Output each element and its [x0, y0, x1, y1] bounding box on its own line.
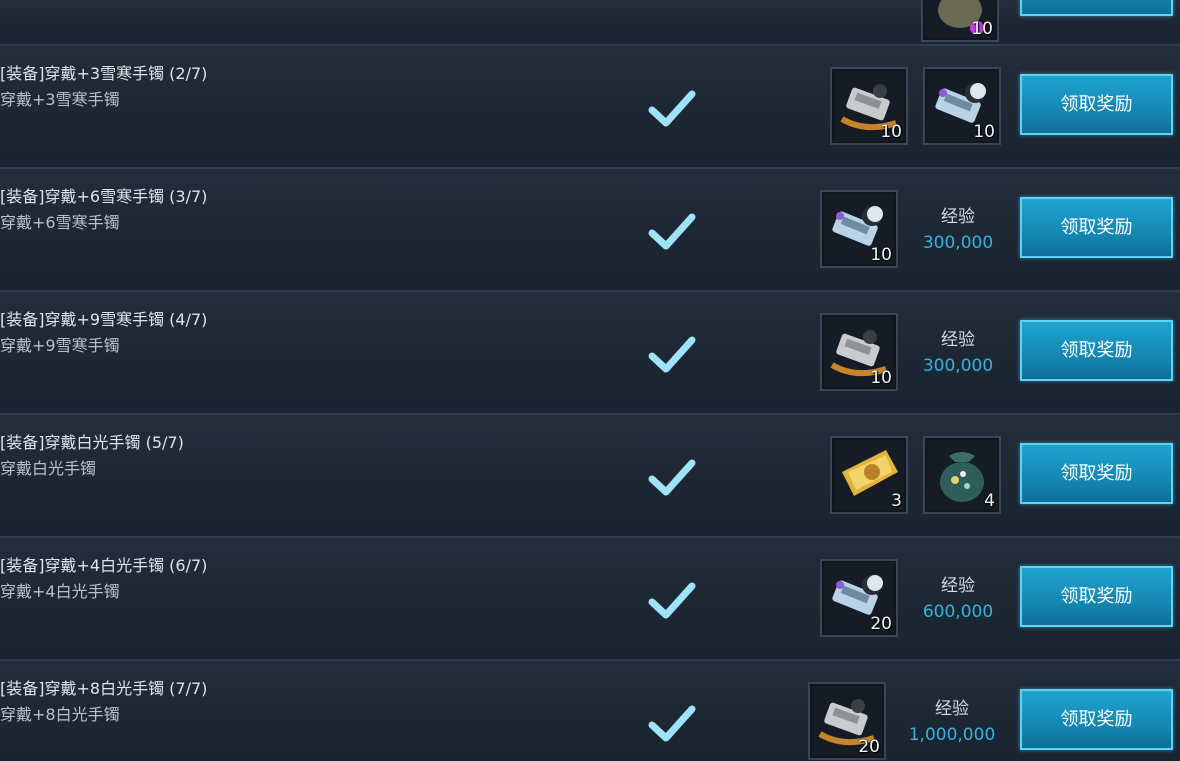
- checkmark-icon: [648, 90, 696, 127]
- quest-title: [装备]穿戴白光手镯 (5/7): [0, 433, 184, 452]
- claim-reward-button[interactable]: 领取奖励: [1020, 320, 1173, 381]
- quest-row: [装备]穿戴+4白光手镯 (6/7) 穿戴+4白光手镯 20 经验 600,00…: [0, 536, 1180, 657]
- quest-title: [装备]穿戴+4白光手镯 (6/7): [0, 556, 208, 575]
- reward-quantity: 10: [973, 122, 995, 142]
- quest-row: [装备]穿戴+6雪寒手镯 (3/7) 穿戴+6雪寒手镯 10 经验 300,00…: [0, 167, 1180, 288]
- claim-reward-button[interactable]: 领取奖励: [1020, 689, 1173, 750]
- checkmark-icon: [648, 459, 696, 496]
- reward-item[interactable]: 10: [830, 67, 908, 145]
- claim-reward-button[interactable]: 领取奖励: [1020, 197, 1173, 258]
- quest-description: 穿戴+8白光手镯: [0, 705, 120, 724]
- checkmark-icon: [648, 705, 696, 742]
- checkmark-icon: [648, 336, 696, 373]
- reward-item[interactable]: 4: [923, 436, 1001, 514]
- quest-row: [装备]穿戴白光手镯 (5/7) 穿戴白光手镯 3 4 领取奖励: [0, 413, 1180, 534]
- exp-value: 600,000: [922, 602, 994, 622]
- quest-description: 穿戴白光手镯: [0, 459, 97, 478]
- claim-reward-button[interactable]: 领取奖励: [1020, 74, 1173, 135]
- quest-title: [装备]穿戴+8白光手镯 (7/7): [0, 679, 208, 698]
- quest-list: 10 [装备]穿戴+3雪寒手镯 (2/7) 穿戴+3雪寒手镯 10 10 领取奖…: [0, 0, 1180, 761]
- quest-description: 穿戴+9雪寒手镯: [0, 336, 120, 355]
- exp-reward: 经验 600,000: [913, 571, 1003, 622]
- reward-item[interactable]: 10: [820, 190, 898, 268]
- checkmark-icon: [648, 213, 696, 250]
- exp-value: 1,000,000: [908, 725, 996, 745]
- exp-label: 经验: [935, 699, 969, 719]
- reward-quantity: 20: [870, 614, 892, 634]
- quest-row-partial: 10: [0, 0, 1180, 46]
- exp-value: 300,000: [922, 356, 994, 376]
- quest-row: [装备]穿戴+3雪寒手镯 (2/7) 穿戴+3雪寒手镯 10 10 领取奖励: [0, 44, 1180, 165]
- exp-label: 经验: [941, 207, 975, 227]
- reward-quantity: 4: [984, 491, 995, 511]
- exp-reward: 经验 300,000: [913, 202, 1003, 253]
- quest-row: [装备]穿戴+8白光手镯 (7/7) 穿戴+8白光手镯 20 经验 1,000,…: [0, 659, 1180, 761]
- exp-label: 经验: [941, 576, 975, 596]
- quest-row: [装备]穿戴+9雪寒手镯 (4/7) 穿戴+9雪寒手镯 10 经验 300,00…: [0, 290, 1180, 411]
- exp-value: 300,000: [922, 233, 994, 253]
- claim-reward-button[interactable]: 领取奖励: [1020, 566, 1173, 627]
- reward-item[interactable]: 10: [923, 67, 1001, 145]
- exp-reward: 经验 300,000: [913, 325, 1003, 376]
- reward-quantity: 3: [891, 491, 902, 511]
- exp-reward: 经验 1,000,000: [907, 694, 997, 745]
- claim-reward-button-partial[interactable]: [1020, 0, 1173, 16]
- checkmark-icon: [648, 582, 696, 619]
- quest-title: [装备]穿戴+3雪寒手镯 (2/7): [0, 64, 208, 83]
- quest-title: [装备]穿戴+9雪寒手镯 (4/7): [0, 310, 208, 329]
- reward-item[interactable]: 3: [830, 436, 908, 514]
- exp-label: 经验: [941, 330, 975, 350]
- reward-quantity: 10: [971, 19, 993, 39]
- reward-item[interactable]: 20: [808, 682, 886, 760]
- quest-description: 穿戴+4白光手镯: [0, 582, 120, 601]
- quest-title: [装备]穿戴+6雪寒手镯 (3/7): [0, 187, 208, 206]
- reward-item[interactable]: 10: [820, 313, 898, 391]
- quest-description: 穿戴+3雪寒手镯: [0, 90, 120, 109]
- reward-quantity: 10: [870, 245, 892, 265]
- claim-reward-button[interactable]: 领取奖励: [1020, 443, 1173, 504]
- reward-item-partial[interactable]: 10: [921, 0, 999, 42]
- quest-description: 穿戴+6雪寒手镯: [0, 213, 120, 232]
- reward-item[interactable]: 20: [820, 559, 898, 637]
- reward-quantity: 10: [870, 368, 892, 388]
- reward-quantity: 10: [880, 122, 902, 142]
- reward-quantity: 20: [858, 737, 880, 757]
